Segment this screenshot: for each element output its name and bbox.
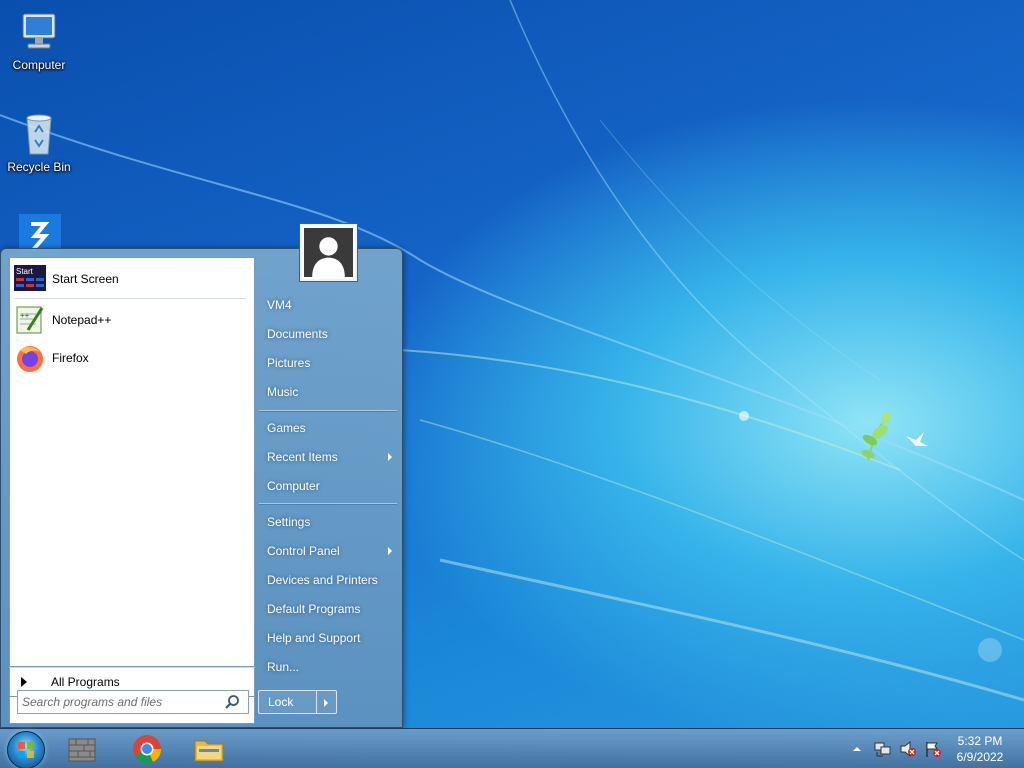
submenu-arrow-icon — [388, 453, 392, 461]
menu-item-recent-items[interactable]: Recent Items — [259, 444, 397, 470]
program-notepadpp[interactable]: ++ Notepad++ — [14, 303, 250, 337]
desktop-recycle-bin-label: Recycle Bin — [7, 160, 71, 174]
svg-text:Start: Start — [16, 267, 34, 276]
computer-icon — [22, 13, 56, 49]
classic-start-icon[interactable] — [66, 733, 98, 765]
program-label: Notepad++ — [52, 313, 112, 327]
desktop-computer[interactable]: Computer — [0, 8, 78, 72]
taskbar: 5:32 PM 6/9/2022 — [0, 728, 1024, 768]
menu-item-label: Games — [267, 421, 306, 435]
program-label: Firefox — [52, 351, 89, 365]
desktop-recycle-bin[interactable]: Recycle Bin — [0, 110, 78, 174]
menu-item-devices-printers[interactable]: Devices and Printers — [259, 567, 397, 593]
system-tray — [850, 729, 942, 768]
program-start-screen[interactable]: Start Start Screen — [14, 262, 250, 296]
menu-item-label: Settings — [267, 515, 311, 529]
menu-divider — [259, 503, 397, 504]
clock-date: 6/9/2022 — [956, 750, 1004, 764]
show-hidden-icons-icon[interactable] — [850, 742, 864, 756]
menu-item-label: Documents — [267, 327, 328, 341]
program-label: Start Screen — [52, 272, 119, 286]
pinned-programs-pane: Start Start Screen ++ Notepad++ Firefox — [9, 257, 255, 667]
menu-item-pictures[interactable]: Pictures — [259, 350, 397, 376]
expand-arrow-icon — [21, 677, 27, 687]
menu-item-run[interactable]: Run... — [259, 654, 397, 680]
submenu-arrow-icon — [388, 547, 392, 555]
search-box — [17, 690, 249, 714]
recycle-bin-icon — [26, 114, 52, 155]
menu-item-label: Run... — [267, 660, 300, 674]
menu-item-label: Control Panel — [267, 544, 340, 558]
svg-text:++: ++ — [20, 311, 30, 320]
windows-orb-icon — [18, 742, 34, 758]
user-avatar-icon — [304, 228, 353, 277]
menu-item-settings[interactable]: Settings — [259, 509, 397, 535]
menu-item-music[interactable]: Music — [259, 379, 397, 405]
menu-item-label: Recent Items — [267, 450, 338, 464]
menu-item-help-support[interactable]: Help and Support — [259, 625, 397, 651]
lock-button-group: Lock — [258, 690, 337, 714]
menu-item-default-programs[interactable]: Default Programs — [259, 596, 397, 622]
menu-item-label: Music — [267, 385, 299, 399]
firefox-icon — [17, 346, 43, 372]
volume-muted-icon[interactable] — [899, 740, 917, 758]
start-button[interactable] — [7, 731, 45, 768]
user-avatar[interactable] — [300, 224, 357, 281]
desktop-computer-label: Computer — [12, 58, 66, 72]
menu-item-label: Devices and Printers — [267, 573, 378, 587]
menu-divider — [259, 410, 397, 411]
menu-item-label: VM4 — [267, 298, 292, 312]
menu-item-control-panel[interactable]: Control Panel — [259, 538, 397, 564]
chrome-icon[interactable] — [131, 733, 163, 765]
search-input[interactable] — [18, 695, 218, 709]
pinned-divider — [14, 298, 246, 299]
clock-time: 5:32 PM — [957, 734, 1003, 748]
lock-button[interactable]: Lock — [259, 691, 316, 713]
file-explorer-icon[interactable] — [193, 733, 225, 765]
menu-item-games[interactable]: Games — [259, 415, 397, 441]
menu-item-label: Help and Support — [267, 631, 361, 645]
menu-item-documents[interactable]: Documents — [259, 321, 397, 347]
menu-item-label: Pictures — [267, 356, 311, 370]
clock[interactable]: 5:32 PM 6/9/2022 — [940, 733, 1020, 765]
menu-item-computer[interactable]: Computer — [259, 473, 397, 499]
notepadpp-icon: ++ — [16, 306, 44, 334]
start-screen-icon: Start — [14, 265, 46, 291]
power-options-arrow-button[interactable] — [316, 691, 336, 713]
menu-item-label: Default Programs — [267, 602, 361, 616]
network-icon[interactable] — [873, 740, 891, 758]
menu-item-label: Computer — [267, 479, 320, 493]
plant-logo — [861, 411, 891, 461]
all-programs-label: All Programs — [51, 675, 120, 689]
search-icon[interactable] — [224, 694, 240, 710]
menu-item-vm4[interactable]: VM4 — [259, 292, 397, 318]
program-firefox[interactable]: Firefox — [14, 341, 250, 375]
start-menu: Start Start Screen ++ Notepad++ Firefox … — [0, 224, 403, 728]
